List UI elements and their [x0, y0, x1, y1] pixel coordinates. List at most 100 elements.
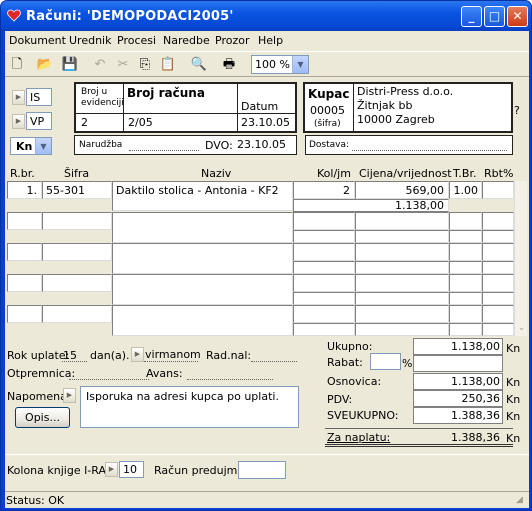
- resize-grip-icon[interactable]: ◢: [516, 495, 527, 506]
- broj-racuna-value[interactable]: 2/05: [128, 116, 153, 129]
- row1-rbr[interactable]: 1.: [7, 181, 42, 199]
- title-bar[interactable]: Računi: 'DEMOPODACI2005' _ □ ✕: [1, 1, 531, 31]
- narudzba-field[interactable]: [129, 150, 199, 151]
- copy-icon[interactable]: ⎘: [136, 56, 154, 73]
- open-folder-icon[interactable]: 📂: [36, 56, 54, 73]
- datum-value[interactable]: 23.10.05: [241, 116, 290, 129]
- kupac-sifra[interactable]: 00005: [310, 104, 345, 117]
- grid-cell[interactable]: [293, 243, 355, 261]
- grid-cell[interactable]: [482, 292, 514, 305]
- chevron-down-icon[interactable]: ⌄: [515, 323, 528, 336]
- sub-code-field[interactable]: VP: [26, 112, 52, 130]
- grid-cell[interactable]: [355, 261, 449, 274]
- grid-cell[interactable]: [449, 305, 482, 323]
- menu-urednik[interactable]: Urednik: [69, 34, 111, 47]
- menu-procesi[interactable]: Procesi: [117, 34, 156, 47]
- chevron-down-icon[interactable]: ▼: [35, 138, 51, 154]
- grid-cell[interactable]: [293, 230, 355, 243]
- grid-cell[interactable]: [449, 212, 482, 230]
- grid-cell[interactable]: [7, 212, 42, 230]
- save-icon[interactable]: 💾: [61, 56, 79, 73]
- otpremnica-field[interactable]: [69, 379, 149, 380]
- grid-cell[interactable]: [355, 274, 449, 292]
- grid-cell[interactable]: [293, 305, 355, 323]
- grid-cell-naziv[interactable]: [112, 243, 293, 274]
- dostava-field[interactable]: [352, 150, 507, 151]
- grid-cell[interactable]: [355, 230, 449, 243]
- grid-cell[interactable]: [482, 243, 514, 261]
- grid-cell[interactable]: [355, 323, 449, 336]
- grid-cell-naziv[interactable]: [112, 274, 293, 305]
- broj-evidencije-value[interactable]: 2: [81, 116, 88, 129]
- row1-tbr[interactable]: 1.00: [449, 181, 482, 199]
- grid-cell[interactable]: [482, 323, 514, 336]
- grid-cell[interactable]: [355, 212, 449, 230]
- grid-cell[interactable]: [449, 243, 482, 261]
- grid-cell[interactable]: [449, 323, 482, 336]
- undo-icon[interactable]: ↶: [91, 56, 109, 73]
- avans-field[interactable]: [187, 379, 273, 380]
- grid-cell[interactable]: [293, 261, 355, 274]
- maximize-button[interactable]: □: [484, 6, 505, 27]
- grid-cell[interactable]: [7, 243, 42, 261]
- nacin-placanja[interactable]: virmanom: [145, 348, 201, 361]
- paste-icon[interactable]: 📋: [159, 56, 177, 73]
- kolona-arrow-icon[interactable]: ▶: [105, 462, 118, 477]
- row1-sifra[interactable]: 55-301: [42, 181, 112, 199]
- type-code-field[interactable]: IS: [26, 88, 52, 106]
- cut-icon[interactable]: ✂: [114, 56, 132, 73]
- napomena-arrow-icon[interactable]: ▶: [63, 388, 76, 403]
- grid-cell[interactable]: [449, 292, 482, 305]
- new-document-icon[interactable]: 🗋: [8, 56, 26, 73]
- dvo-value[interactable]: 23.10.05: [237, 138, 286, 151]
- zoom-select[interactable]: 100 % ▼: [251, 55, 309, 74]
- row1-kol[interactable]: 2: [293, 181, 355, 199]
- grid-cell[interactable]: [449, 274, 482, 292]
- grid-cell-naziv[interactable]: [112, 305, 293, 336]
- radnal-field[interactable]: [251, 361, 297, 362]
- grid-cell[interactable]: [42, 212, 112, 230]
- grid-cell[interactable]: [449, 230, 482, 243]
- grid-cell[interactable]: [293, 274, 355, 292]
- print-icon[interactable]: 🖶: [220, 56, 238, 73]
- type-code-arrow-icon[interactable]: ▶: [12, 90, 25, 105]
- grid-cell[interactable]: [482, 230, 514, 243]
- grid-cell[interactable]: [293, 323, 355, 336]
- menu-prozor[interactable]: Prozor: [215, 34, 249, 47]
- nacin-arrow-icon[interactable]: ▶: [131, 347, 144, 362]
- grid-cell-naziv[interactable]: [112, 212, 293, 243]
- grid-cell[interactable]: [42, 274, 112, 292]
- predujam-field[interactable]: [238, 461, 286, 479]
- grid-cell[interactable]: [482, 212, 514, 230]
- kolona-field[interactable]: 10: [119, 461, 144, 478]
- chevron-down-icon[interactable]: ▼: [292, 56, 308, 73]
- grid-cell[interactable]: [449, 261, 482, 274]
- row1-naziv[interactable]: Daktilo stolica - Antonia - KF2: [112, 181, 293, 211]
- grid-cell[interactable]: [355, 305, 449, 323]
- grid-cell[interactable]: [42, 305, 112, 323]
- grid-cell[interactable]: [355, 243, 449, 261]
- menu-dokument[interactable]: Dokument: [9, 34, 66, 47]
- sub-code-arrow-icon[interactable]: ▶: [12, 114, 25, 129]
- grid-cell[interactable]: [7, 274, 42, 292]
- currency-select[interactable]: Kn ▼: [10, 137, 52, 155]
- search-icon[interactable]: 🔍: [190, 56, 208, 73]
- minimize-button[interactable]: _: [461, 6, 482, 27]
- grid-cell[interactable]: [355, 292, 449, 305]
- grid-cell[interactable]: [7, 305, 42, 323]
- grid-cell[interactable]: [42, 243, 112, 261]
- row1-rbt[interactable]: [482, 181, 514, 199]
- menu-help[interactable]: Help: [258, 34, 283, 47]
- menu-naredbe[interactable]: Naredbe: [163, 34, 210, 47]
- grid-cell[interactable]: [293, 212, 355, 230]
- rabat-percent-field[interactable]: [370, 353, 401, 370]
- grid-cell[interactable]: [482, 261, 514, 274]
- opis-button[interactable]: Opis...: [15, 407, 70, 428]
- grid-cell[interactable]: [482, 274, 514, 292]
- grid-cell[interactable]: [482, 305, 514, 323]
- grid-scrollbar[interactable]: ⌄: [514, 181, 527, 336]
- napomena-textarea[interactable]: Isporuka na adresi kupca po uplati.: [80, 386, 299, 428]
- row1-cijena[interactable]: 569,00: [355, 181, 449, 199]
- close-button[interactable]: ✕: [507, 6, 528, 27]
- grid-cell[interactable]: [293, 292, 355, 305]
